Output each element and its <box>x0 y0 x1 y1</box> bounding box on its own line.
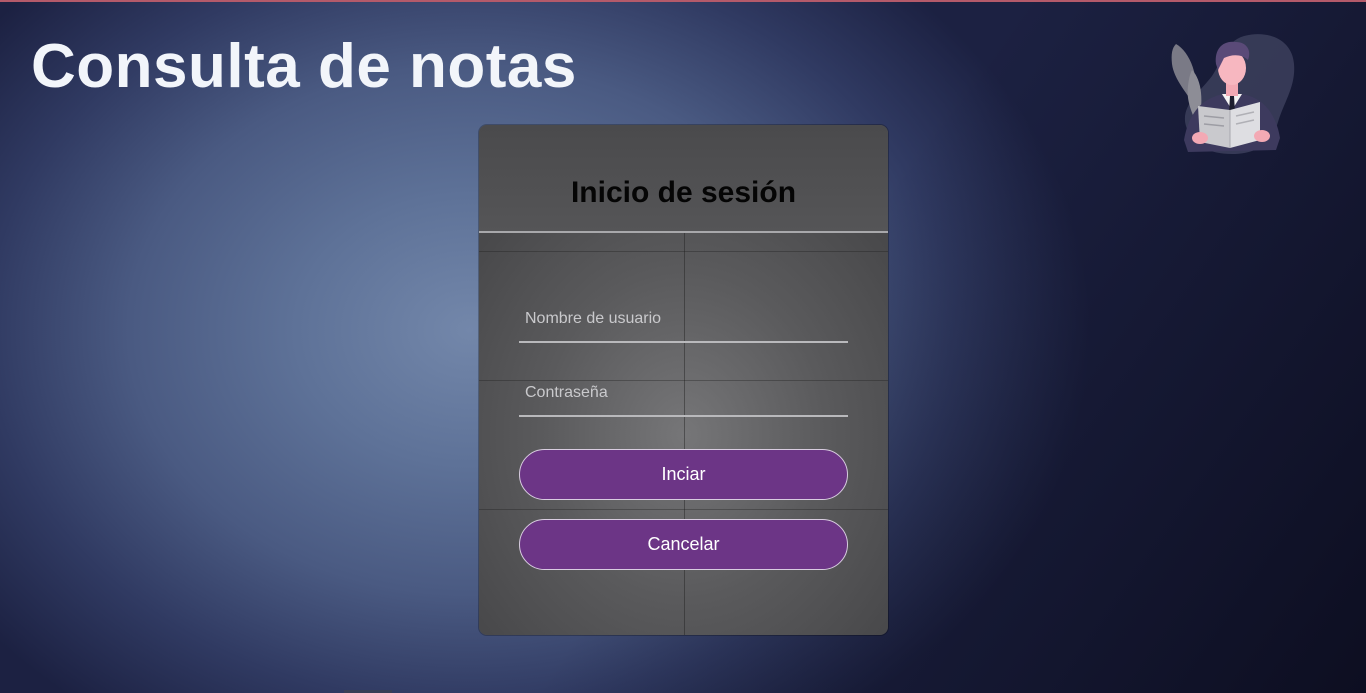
username-field <box>519 297 848 345</box>
cancel-button[interactable]: Cancelar <box>519 519 848 570</box>
login-card-header: Inicio de sesión <box>479 125 888 233</box>
card-divider-horizontal <box>479 509 888 510</box>
page-title: Consulta de notas <box>31 32 577 101</box>
password-input[interactable] <box>519 371 848 417</box>
login-card: Inicio de sesión Inciar Cancelar <box>479 125 888 635</box>
password-field <box>519 371 848 419</box>
top-accent-line <box>0 0 1366 2</box>
login-title: Inicio de sesión <box>570 176 797 209</box>
login-submit-button[interactable]: Inciar <box>519 449 848 500</box>
person-reading-newspaper-icon <box>1171 34 1295 154</box>
username-input[interactable] <box>519 297 848 343</box>
card-divider-horizontal <box>479 251 888 252</box>
